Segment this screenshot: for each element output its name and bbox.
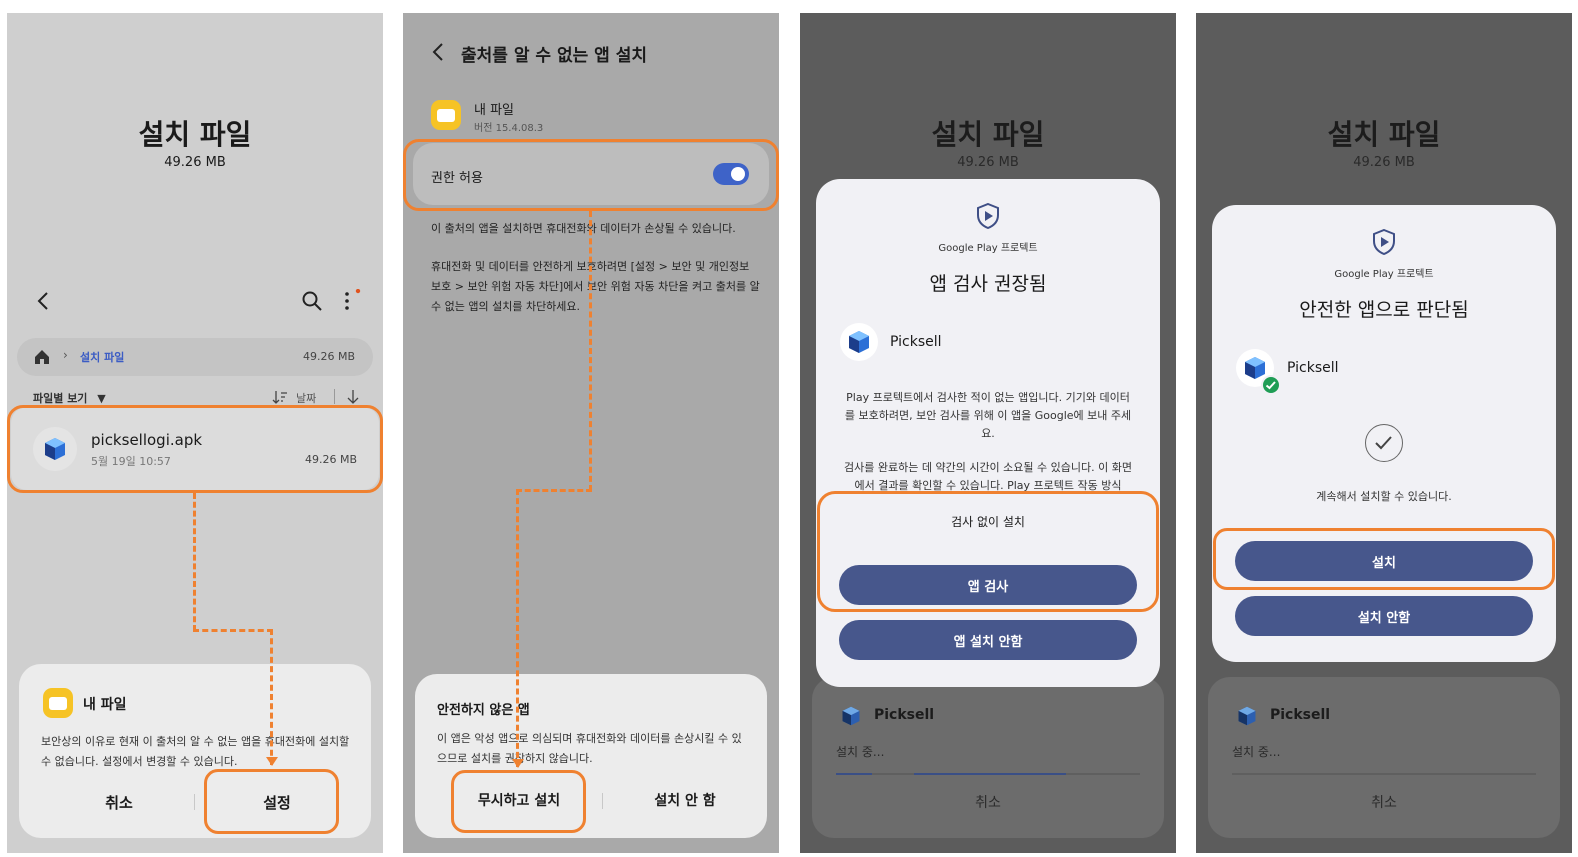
progress-track xyxy=(1232,773,1536,775)
picksell-app-icon xyxy=(840,323,878,361)
screen-play-protect-scan: 설치 파일 49.26 MB Picksell 설치 중... 취소 Googl… xyxy=(800,13,1176,853)
installing-cancel-button[interactable]: 취소 xyxy=(812,792,1164,812)
breadcrumb-folder[interactable]: 설치 파일 xyxy=(80,349,124,365)
highlight-permission-row xyxy=(403,139,779,211)
card-body-1: Play 프로텍트에서 검사한 적이 없는 앱입니다. 기기와 데이터를 보호하… xyxy=(844,391,1132,440)
connector-line xyxy=(516,489,519,767)
guidance-text: 휴대전화 및 데이터를 안전하게 보호하려면 [설정 > 보안 및 개인정보 보… xyxy=(431,260,760,313)
installing-sheet: Picksell 설치 중... 취소 xyxy=(1208,677,1560,838)
card-body-2-clip: 검사를 완료하는 데 약간의 시간이 소요될 수 있습니다. 이 화면에서 결과… xyxy=(842,459,1134,491)
highlight-file-row xyxy=(7,405,383,493)
progress-fill xyxy=(836,773,872,775)
cancel-button[interactable]: 취소 xyxy=(59,792,179,813)
screen-unknown-sources: 출처를 알 수 없는 앱 설치 내 파일 버전 15.4.08.3 권한 허용 … xyxy=(403,13,779,853)
arrow-down-icon[interactable] xyxy=(347,389,359,404)
card-heading: 앱 검사 권장됨 xyxy=(929,273,1047,295)
chevron-left-icon[interactable] xyxy=(33,290,55,312)
sort-order-label[interactable]: 날짜 xyxy=(296,390,316,406)
app-name: Picksell xyxy=(890,334,942,350)
search-icon[interactable] xyxy=(301,290,323,312)
folder-icon xyxy=(431,100,461,130)
dont-install-button[interactable]: 앱 설치 안함 xyxy=(839,620,1137,660)
shield-icon xyxy=(1372,228,1396,256)
connector-line xyxy=(193,493,196,631)
dialog-message: 보안상의 이유로 현재 이 출처의 알 수 없는 앱을 휴대전화에 설치할 수 … xyxy=(41,735,350,768)
folder-icon xyxy=(43,688,73,718)
play-protect-brand: Google Play 프로텍트 xyxy=(938,243,1038,254)
picksell-app-icon xyxy=(1236,705,1258,727)
page-title: 설치 파일 xyxy=(931,118,1045,151)
file-size-total: 49.26 MB xyxy=(957,155,1019,170)
breadcrumb-size: 49.26 MB xyxy=(302,350,355,363)
safe-message: 계속해서 설치할 수 있습니다. xyxy=(1316,490,1452,503)
check-badge-icon xyxy=(1261,375,1281,395)
file-size-total: 49.26 MB xyxy=(1353,155,1415,170)
highlight-scan-options xyxy=(817,491,1159,612)
installing-status: 설치 중... xyxy=(1232,745,1281,759)
sort-divider xyxy=(334,389,335,404)
arrow-head xyxy=(266,757,278,766)
dont-install-button[interactable]: 설치 안함 xyxy=(1235,596,1533,636)
more-vertical-icon[interactable] xyxy=(339,288,361,313)
play-protect-card: Google Play 프로텍트 안전한 앱으로 판단됨 Picksell 계속… xyxy=(1212,205,1556,662)
checkmark-circle-icon xyxy=(1365,424,1403,462)
dialog-message: 이 앱은 악성 앱으로 의심되며 휴대전화와 데이터를 손상시킬 수 있으므로 … xyxy=(437,732,742,765)
sort-icon[interactable] xyxy=(272,389,288,404)
page-title: 설치 파일 xyxy=(138,118,252,151)
card-body-2: 검사를 완료하는 데 약간의 시간이 소요될 수 있습니다. 이 화면에서 결과… xyxy=(844,461,1132,491)
app-name: Picksell xyxy=(1287,360,1339,376)
dialog-divider xyxy=(602,793,603,809)
highlight-install-anyway xyxy=(451,770,586,833)
app-version: 버전 15.4.08.3 xyxy=(474,123,544,134)
dialog-divider xyxy=(194,794,195,810)
progress-fill xyxy=(914,773,1066,775)
file-size-total: 49.26 MB xyxy=(164,155,226,170)
installing-app-name: Picksell xyxy=(874,707,935,723)
chevron-left-icon[interactable] xyxy=(429,41,449,63)
connector-line xyxy=(193,629,273,632)
installing-app-name: Picksell xyxy=(1270,707,1331,723)
connector-line xyxy=(589,211,592,491)
breadcrumb: › 설치 파일 49.26 MB xyxy=(17,338,373,376)
highlight-install-button xyxy=(1213,528,1555,590)
play-protect-brand: Google Play 프로텍트 xyxy=(1334,269,1434,280)
installing-sheet: Picksell 설치 중... 취소 xyxy=(812,677,1164,838)
installing-cancel-button[interactable]: 취소 xyxy=(1208,792,1560,812)
app-name: 내 파일 xyxy=(474,103,515,118)
connector-line xyxy=(516,489,592,492)
caret-down-icon: ▼ xyxy=(97,392,106,405)
connector-line xyxy=(270,629,273,765)
page-title: 설치 파일 xyxy=(1327,118,1441,151)
card-heading: 안전한 앱으로 판단됨 xyxy=(1299,299,1469,321)
view-filter[interactable]: 파일별 보기 ▼ xyxy=(33,390,106,406)
view-filter-label: 파일별 보기 xyxy=(33,392,88,405)
dont-install-button[interactable]: 설치 안 함 xyxy=(620,790,750,810)
chevron-right-icon: › xyxy=(63,348,68,362)
home-icon[interactable] xyxy=(33,348,51,366)
page-title: 출처를 알 수 없는 앱 설치 xyxy=(461,46,647,66)
warning-text: 이 출처의 앱을 설치하면 휴대전화와 데이터가 손상될 수 있습니다. xyxy=(431,222,736,235)
dialog-app-name: 내 파일 xyxy=(83,697,127,713)
screen-play-protect-safe: 설치 파일 49.26 MB Picksell 설치 중... 취소 Googl… xyxy=(1196,13,1572,853)
screen-install-files-blocked: 설치 파일 49.26 MB › 설치 파일 49.26 MB 파일별 보기 ▼… xyxy=(7,13,383,853)
highlight-settings-button xyxy=(204,769,339,834)
picksell-app-icon xyxy=(840,705,862,727)
installing-status: 설치 중... xyxy=(836,745,885,759)
arrow-head xyxy=(512,759,524,768)
shield-icon xyxy=(976,202,1000,230)
